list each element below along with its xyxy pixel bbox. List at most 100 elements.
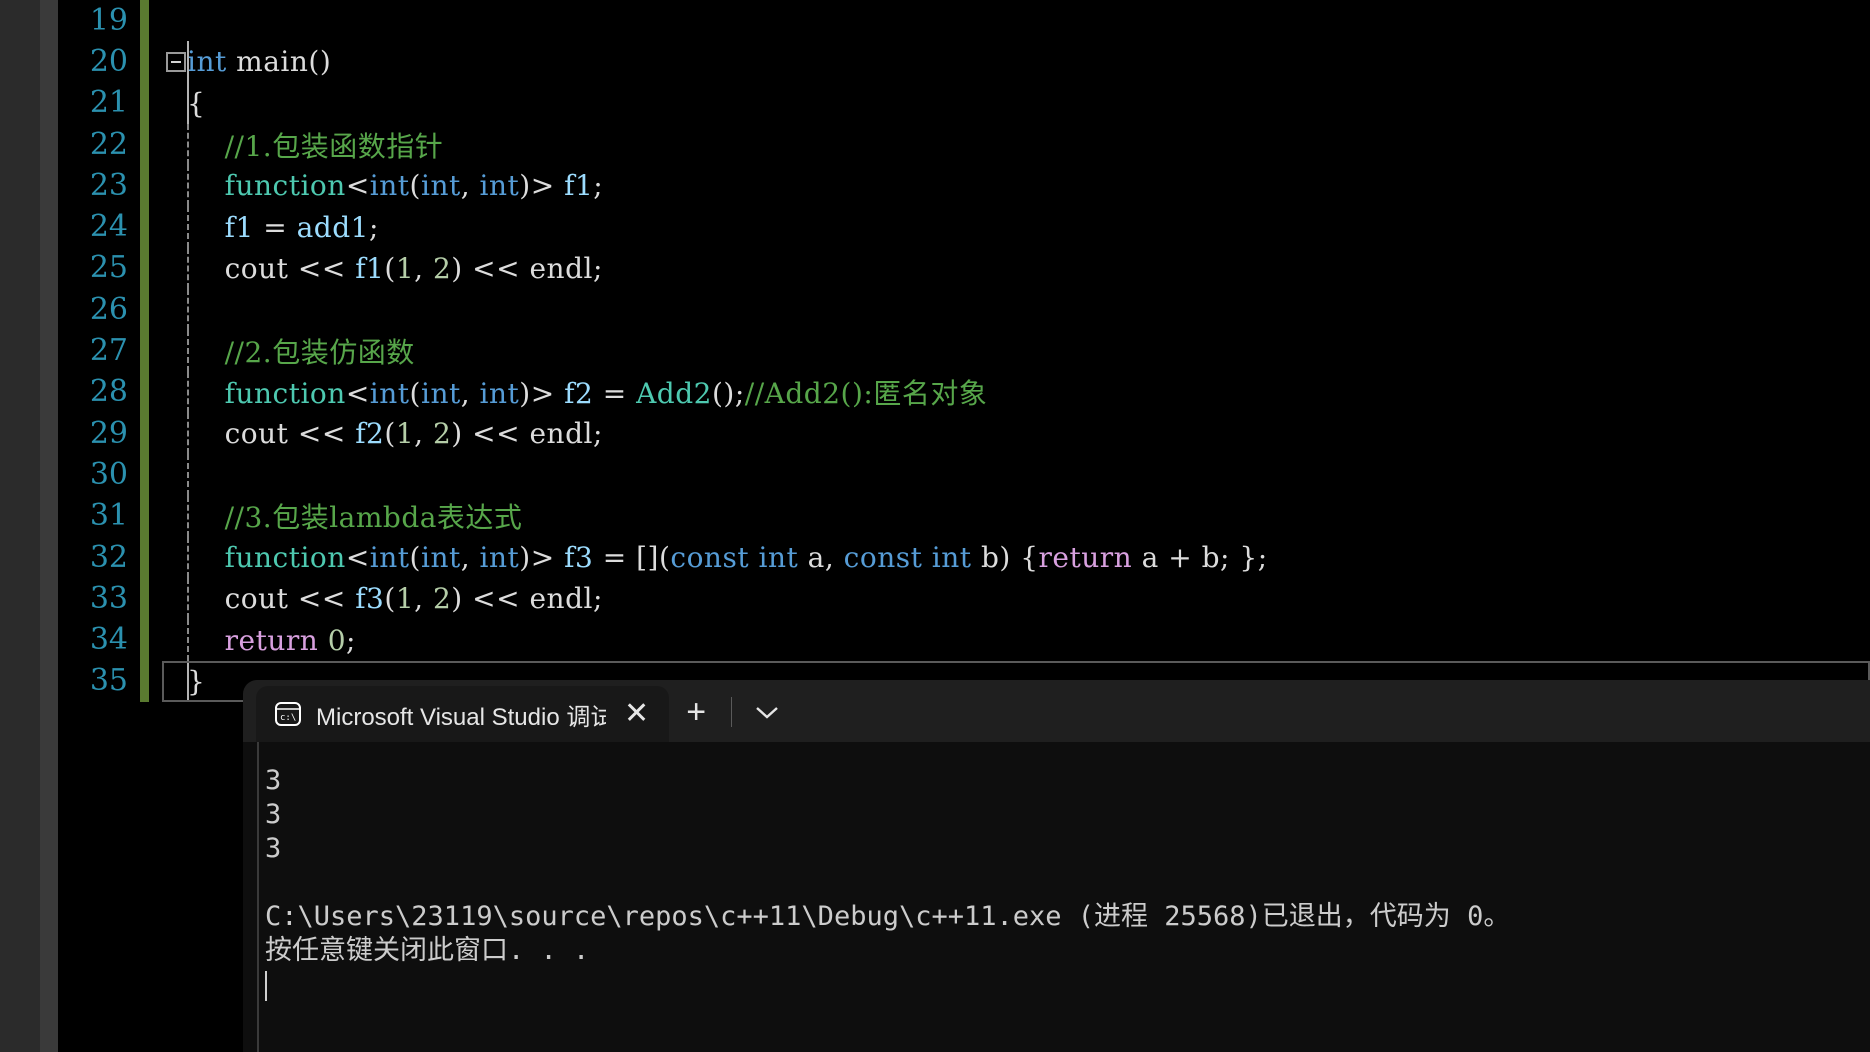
fold-placeholder [165,372,187,413]
code-line[interactable]: 20 int main() [58,41,1870,83]
code-line[interactable]: 21 { [58,82,1870,124]
indent-dash [187,165,189,207]
svg-text:c:\: c:\ [280,713,296,723]
line-number: 25 [89,250,128,286]
change-indicator [140,82,149,124]
change-indicator [140,536,149,579]
fold-placeholder [165,83,187,124]
terminal-panel[interactable]: c:\ Microsoft Visual Studio 调试控 ✕ + 333C… [243,680,1870,1052]
line-number: 28 [89,374,128,410]
line-number: 22 [89,126,128,162]
change-indicator [140,0,149,42]
change-indicator [140,289,149,331]
code-text: function<int(int, int)> f1; [224,169,604,203]
indent-dash [187,206,189,248]
fold-placeholder [165,413,187,454]
change-indicator [140,412,149,455]
line-number: 31 [89,498,128,534]
terminal-gutter [243,742,259,1052]
line-number: 19 [89,2,128,38]
fold-placeholder [165,578,187,619]
editor-outer-margin [0,0,40,1052]
change-indicator [140,330,149,372]
indent-dash [187,289,189,331]
code-line[interactable]: 34 return 0; [58,619,1870,661]
code-line[interactable]: 22 //1.包装函数指针 [58,123,1870,166]
terminal-line: 按任意键关闭此窗口. . . [265,935,590,966]
indent-dash [187,412,189,455]
code-line[interactable]: 29 cout << f2(1, 2) << endl; [58,412,1870,455]
fold-placeholder [165,537,187,578]
code-text: cout << f2(1, 2) << endl; [224,417,603,451]
line-number: 24 [89,209,128,245]
code-text: //3.包装lambda表达式 [224,501,523,535]
indent-dash [187,247,189,290]
indent-dash [187,123,189,166]
line-number: 23 [89,167,128,203]
code-text: f1 = add1; [224,210,379,244]
code-line[interactable]: 24 f1 = add1; [58,206,1870,248]
code-line[interactable]: 19 [58,0,1870,42]
code-text: { [187,86,206,120]
code-line[interactable]: 28 function<int(int, int)> f2 = Add2();/… [58,371,1870,413]
change-indicator [140,619,149,661]
line-number: 27 [89,333,128,369]
terminal-output-area[interactable]: 3 3 3 C:\Users\23119\source\repos\c++11\Deb… [243,742,1870,1052]
change-indicator [140,206,149,248]
code-line-list: 19 20 int main() 21{22 //1.包装函数指针 23 functio… [58,0,1870,703]
indent-dash [187,619,189,661]
code-text: function<int(int, int)> f3 = [](const in… [224,541,1268,574]
terminal-tab[interactable]: c:\ Microsoft Visual Studio 调试控 ✕ [256,686,670,742]
code-text: return 0; [224,623,356,657]
code-line[interactable]: 30 [58,454,1870,496]
line-number: 26 [89,291,128,327]
line-number: 33 [89,580,128,616]
terminal-caret-row [265,968,1870,1002]
fold-placeholder [165,661,187,702]
terminal-line: C:\Users\23119\source\repos\c++11\Debug\… [265,901,1511,932]
change-indicator [140,454,149,496]
terminal-line: 3 [265,799,282,830]
fold-placeholder [165,330,187,371]
code-line[interactable]: 32 function<int(int, int)> f3 = [](const… [58,536,1870,579]
code-text: cout << f3(1, 2) << endl; [224,582,603,616]
code-line[interactable]: 27 //2.包装仿函数 [58,330,1870,372]
code-line[interactable]: 23 function<int(int, int)> f1; [58,165,1870,207]
line-number: 20 [89,43,128,79]
change-indicator [140,165,149,207]
fold-placeholder [165,206,187,247]
code-text: //1.包装函数指针 [224,129,444,163]
change-indicator [140,371,149,413]
terminal-tab-label: Microsoft Visual Studio 调试控 [316,703,606,731]
fold-box[interactable] [166,51,186,72]
chevron-down-icon[interactable] [740,684,794,740]
indent-dash [187,371,189,413]
code-line[interactable]: 26 [58,289,1870,331]
command-prompt-icon: c:\ [274,701,302,727]
line-number: 30 [89,456,128,492]
indent-dash [187,495,189,537]
code-line[interactable]: 33 cout << f3(1, 2) << endl; [58,578,1870,620]
new-terminal-button[interactable]: + [669,684,723,740]
code-text: cout << f1(1, 2) << endl; [224,251,603,285]
indent-dash [187,454,189,496]
indent-dash [187,578,189,620]
fold-placeholder [165,619,187,660]
indent-dash [187,536,189,579]
code-line[interactable]: 31 //3.包装lambda表达式 [58,495,1870,537]
line-number: 29 [89,415,128,451]
change-indicator [140,41,149,83]
fold-collapse-icon[interactable] [165,41,187,82]
code-text: int main() [187,45,332,79]
block-bar [187,660,189,703]
fold-placeholder [165,0,187,41]
fold-placeholder [165,248,187,289]
close-icon[interactable]: ✕ [620,699,653,729]
fold-placeholder [165,124,187,165]
code-line[interactable]: 25 cout << f1(1, 2) << endl; [58,247,1870,290]
terminal-actions: + [669,684,794,742]
change-indicator [140,660,149,703]
terminal-tab-bar: c:\ Microsoft Visual Studio 调试控 ✕ + [243,680,1870,742]
line-number: 32 [89,539,128,575]
